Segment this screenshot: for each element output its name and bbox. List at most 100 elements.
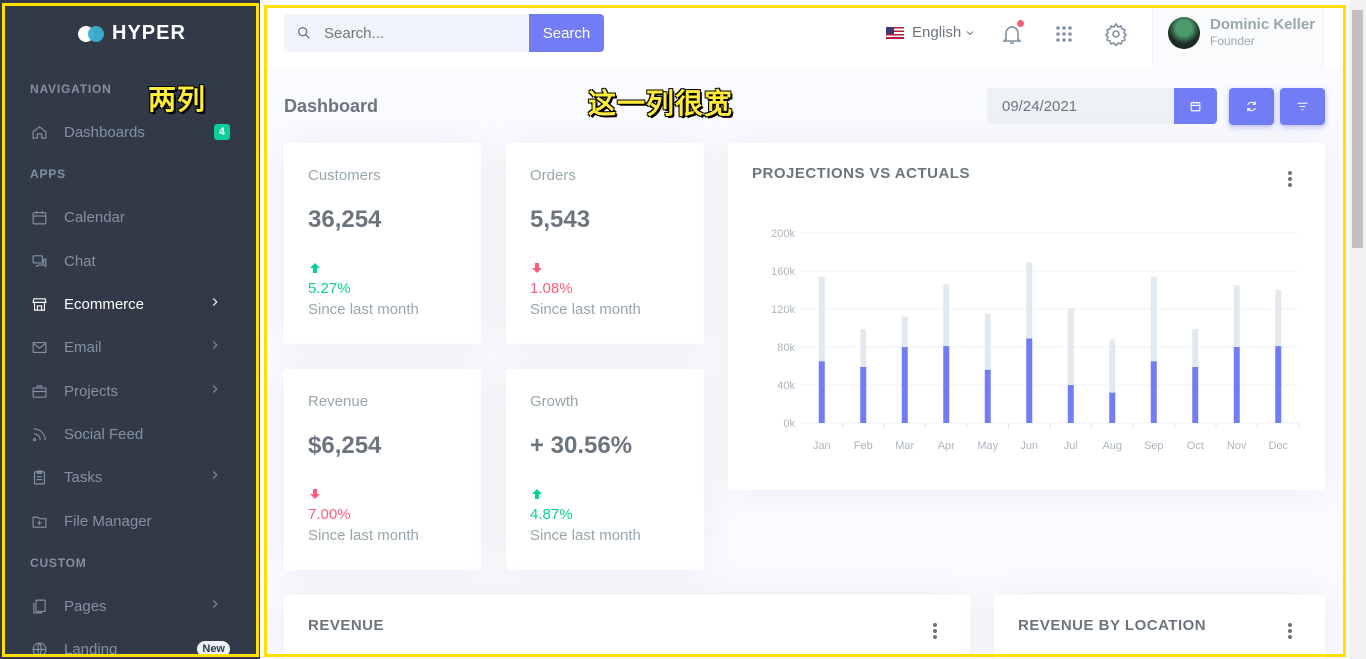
bar-projection: [901, 316, 908, 347]
sidebar-item-label: Tasks: [64, 468, 103, 486]
sidebar-item-pages[interactable]: Pages: [30, 594, 230, 618]
bar-projection: [984, 313, 991, 370]
sidebar-item-label: Email: [64, 338, 102, 356]
sidebar: HYPER NAVIGATION Dashboards 4 APPS Calen…: [0, 0, 260, 659]
date-input[interactable]: [987, 88, 1174, 124]
chevron-right-icon: [208, 597, 226, 615]
search-group: Search: [284, 14, 604, 52]
apps-grid-icon[interactable]: [1052, 22, 1076, 46]
user-name: Dominic Keller: [1210, 16, 1316, 33]
bar-projection: [1109, 339, 1116, 393]
x-tick-label: Mar: [895, 440, 914, 452]
sidebar-item-file-manager[interactable]: File Manager: [30, 509, 230, 533]
stat-value: $6,254: [308, 432, 382, 459]
sidebar-item-label: Chat: [64, 252, 96, 270]
bar-actual: [818, 361, 825, 423]
rss-icon: [30, 425, 48, 443]
search-input[interactable]: [324, 24, 504, 42]
store-icon: [30, 295, 48, 313]
sidebar-item-email[interactable]: Email: [30, 335, 230, 359]
scrollbar-thumb[interactable]: [1352, 10, 1363, 248]
sidebar-item-label: Dashboards: [64, 123, 145, 141]
sidebar-item-chat[interactable]: Chat: [30, 249, 230, 273]
section-title-navigation: NAVIGATION: [30, 82, 112, 96]
x-tick-label: Nov: [1227, 440, 1247, 452]
calendar-icon: [1190, 101, 1201, 111]
sidebar-item-projects[interactable]: Projects: [30, 379, 230, 403]
y-tick-label: 80k: [777, 342, 795, 354]
stat-value: 36,254: [308, 206, 382, 233]
refresh-icon: [1247, 101, 1256, 112]
brand-logo[interactable]: HYPER: [78, 22, 186, 45]
filter-button[interactable]: [1280, 88, 1325, 125]
sidebar-item-dashboards[interactable]: Dashboards 4: [30, 120, 230, 144]
stat-label: Customers: [308, 167, 381, 184]
x-tick-label: May: [977, 440, 998, 452]
stat-percent: 4.87%: [530, 506, 573, 523]
chevron-right-icon: [208, 338, 226, 356]
sidebar-item-ecommerce[interactable]: Ecommerce: [30, 292, 230, 316]
stat-value: 5,543: [530, 206, 591, 233]
folder-icon: [30, 512, 48, 530]
x-tick-label: Jan: [813, 440, 831, 452]
date-picker: [987, 88, 1217, 124]
stat-label: Orders: [530, 167, 576, 184]
y-tick-label: 0k: [783, 418, 795, 430]
projections-card: PROJECTIONS VS ACTUALS 0k 40k 80k 120k 160k 2…: [728, 143, 1325, 490]
sidebar-item-calendar[interactable]: Calendar: [30, 205, 230, 229]
sidebar-item-social-feed[interactable]: Social Feed: [30, 422, 230, 446]
x-tick-label: Aug: [1102, 440, 1122, 452]
more-vertical-icon[interactable]: [932, 623, 938, 641]
user-role: Founder: [1210, 34, 1255, 48]
sidebar-item-tasks[interactable]: Tasks: [30, 465, 230, 489]
annotation-label-right: 这一列很宽: [588, 88, 734, 119]
language-dropdown[interactable]: English: [886, 24, 976, 41]
y-tick-label: 40k: [777, 380, 795, 392]
stat-since: Since last month: [308, 301, 419, 318]
chat-icon: [30, 252, 48, 270]
stat-card-orders: Orders 5,543 1.08% Since last month: [506, 143, 704, 344]
bar-actual: [901, 347, 908, 423]
stat-card-customers: Customers 36,254 5.27% Since last month: [284, 143, 481, 344]
chevron-right-icon: [208, 295, 226, 313]
notification-bell-icon[interactable]: [1000, 20, 1024, 46]
x-tick-label: Sep: [1144, 440, 1164, 452]
sidebar-item-landing[interactable]: Landing New: [30, 637, 230, 659]
stat-card-growth: Growth + 30.56% 4.87% Since last month: [506, 369, 704, 570]
more-vertical-icon[interactable]: [1287, 171, 1293, 189]
calendar-button[interactable]: [1174, 88, 1217, 124]
stat-percent: 5.27%: [308, 280, 351, 297]
bar-actual: [1067, 385, 1074, 423]
stat-since: Since last month: [308, 527, 419, 544]
settings-gear-icon[interactable]: [1104, 22, 1128, 48]
globe-icon: [30, 640, 48, 658]
y-tick-label: 200k: [771, 228, 795, 240]
logo-icon: [78, 23, 108, 45]
stat-card-revenue: Revenue $6,254 7.00% Since last month: [284, 369, 481, 570]
bar-actual: [1150, 361, 1157, 423]
more-vertical-icon[interactable]: [1287, 623, 1293, 641]
stat-label: Growth: [530, 393, 579, 410]
bar-projection: [818, 276, 825, 362]
user-menu[interactable]: Dominic Keller Founder: [1152, 8, 1324, 68]
bar-actual: [860, 366, 867, 423]
refresh-button[interactable]: [1229, 88, 1274, 125]
language-label: English: [912, 24, 962, 41]
sidebar-item-label: Calendar: [64, 208, 125, 226]
stat-percent: 7.00%: [308, 506, 351, 523]
arrow-up-icon: [532, 489, 542, 499]
arrow-down-icon: [310, 489, 320, 499]
bar-actual: [1109, 392, 1116, 423]
annotation-label-left: 两列: [148, 84, 207, 115]
sidebar-item-label: Landing: [64, 640, 118, 658]
bar-projection: [1067, 308, 1074, 385]
bar-projection: [1233, 285, 1240, 347]
bar-projection: [1026, 262, 1033, 339]
x-tick-label: Oct: [1187, 440, 1204, 452]
search-button[interactable]: Search: [529, 14, 604, 52]
page-title: Dashboard: [284, 96, 379, 116]
card-title: PROJECTIONS VS ACTUALS: [752, 165, 970, 182]
bar-projection: [1192, 328, 1199, 367]
card-title: REVENUE: [308, 617, 385, 634]
filter-icon: [1297, 102, 1308, 111]
